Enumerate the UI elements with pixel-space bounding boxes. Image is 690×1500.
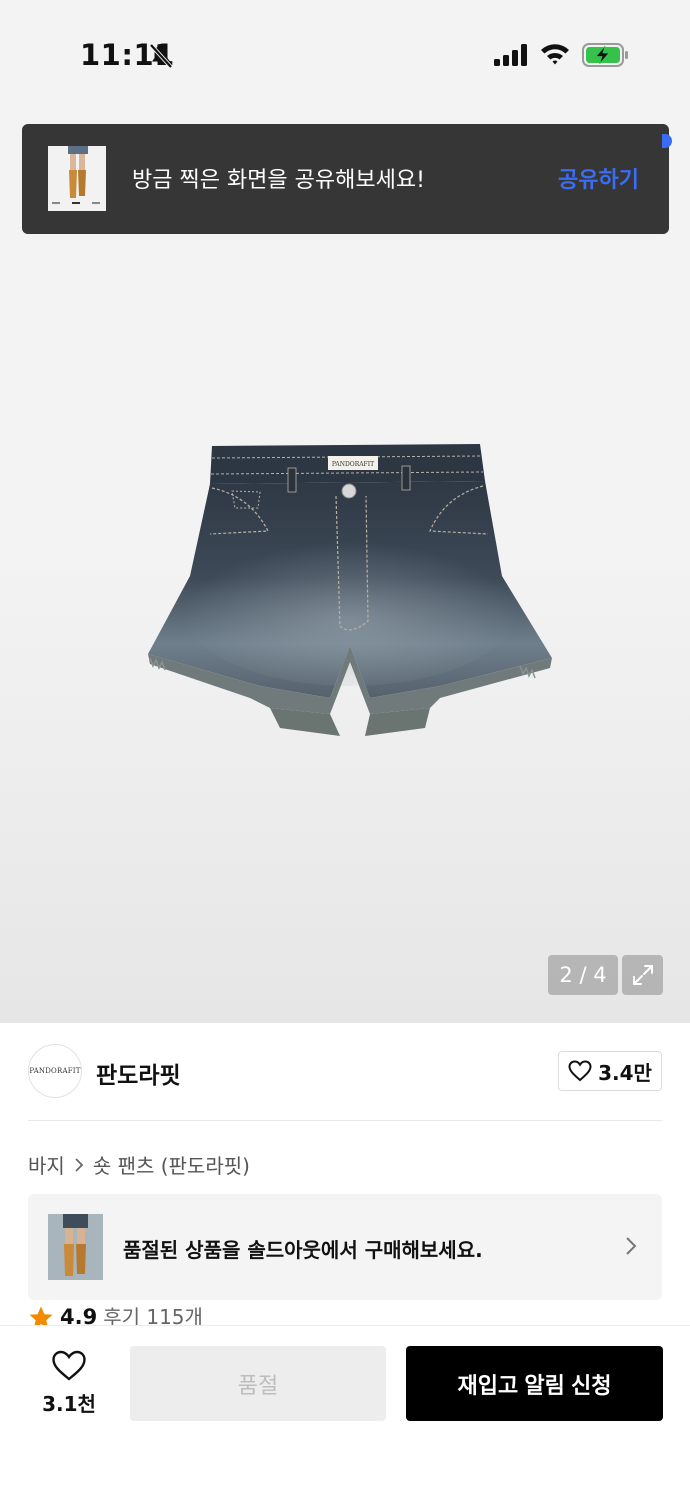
share-button[interactable]: 공유하기 (558, 162, 639, 194)
image-counter: 2 / 4 (548, 955, 618, 995)
chevron-right-icon (626, 1237, 637, 1255)
soldout-banner[interactable]: 품절된 상품을 솔드아웃에서 구매해보세요. (28, 1194, 662, 1300)
breadcrumb: 바지 숏 팬츠 (판도라핏) (28, 1150, 250, 1179)
review-count[interactable]: 후기 115개 (103, 1303, 203, 1327)
breadcrumb-subcategory[interactable]: 숏 팬츠 (판도라핏) (93, 1150, 250, 1179)
chevron-right-icon (75, 1157, 84, 1172)
heart-icon (568, 1060, 592, 1082)
rating-row[interactable]: 4.9 후기 115개 (28, 1303, 203, 1327)
bottom-action-bar: 3.1천 품절 재입고 알림 신청 (0, 1325, 690, 1500)
brand-name[interactable]: 판도라핏 (96, 1056, 181, 1090)
expand-icon (632, 965, 653, 985)
star-icon (29, 1306, 53, 1327)
breadcrumb-category[interactable]: 바지 (28, 1150, 65, 1179)
soldout-button: 품절 (130, 1346, 386, 1421)
wish-count: 3.1천 (42, 1392, 96, 1416)
brand-logo[interactable]: PANDORAFIT (28, 1044, 82, 1098)
heart-icon (52, 1350, 86, 1381)
wifi-icon (541, 44, 569, 65)
share-toast: 방금 찍은 화면을 공유해보세요! 공유하기 (22, 124, 669, 234)
signal-icon (494, 44, 527, 66)
expand-button[interactable] (622, 955, 663, 995)
rating-score: 4.9 (60, 1305, 98, 1327)
product-image[interactable]: PANDORAFIT (140, 436, 560, 746)
soldout-banner-text: 품절된 상품을 솔드아웃에서 구매해보세요. (123, 1238, 483, 1262)
battery-charging-icon (582, 43, 628, 67)
soldout-thumbnail (48, 1214, 103, 1280)
wish-button[interactable]: 3.1천 (30, 1350, 108, 1420)
brand-like-button[interactable]: 3.4만 (558, 1051, 662, 1091)
restock-alert-button[interactable]: 재입고 알림 신청 (406, 1346, 663, 1421)
divider (28, 1120, 662, 1121)
toast-message: 방금 찍은 화면을 공유해보세요! (132, 168, 425, 193)
product-label: PANDORAFIT (332, 461, 374, 468)
bell-slash-icon (149, 43, 173, 69)
screenshot-thumbnail[interactable] (48, 146, 106, 211)
brand-logo-text: PANDORAFIT (29, 1067, 81, 1075)
brand-like-count: 3.4만 (598, 1060, 652, 1085)
status-bar: 11:11 (0, 0, 690, 110)
